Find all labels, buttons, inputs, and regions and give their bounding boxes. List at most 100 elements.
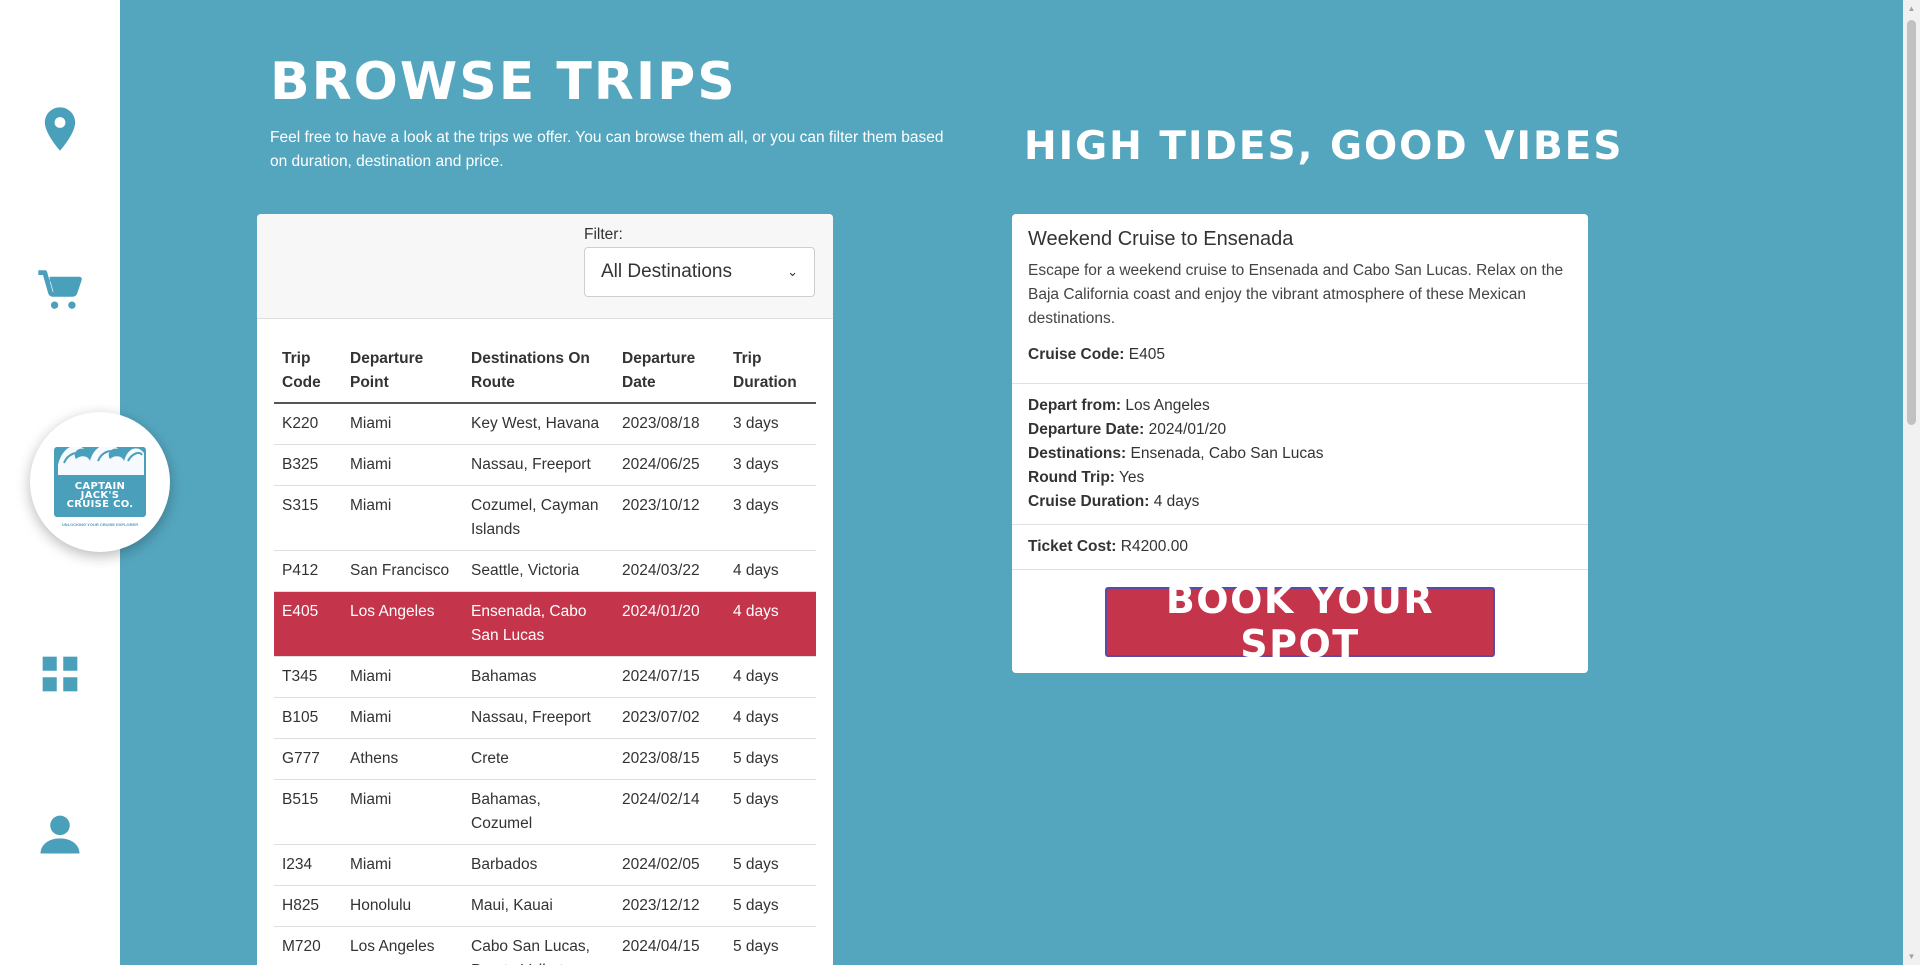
table-row[interactable]: G777 Athens Crete 2023/08/15 5 days xyxy=(274,738,816,780)
trip-code-cell: B515 xyxy=(274,779,342,845)
table-header-row: Trip Code Departure Point Destinations O… xyxy=(274,340,816,404)
departure-date-cell: 2024/03/22 xyxy=(614,550,725,592)
trip-code-cell: I234 xyxy=(274,844,342,886)
scrollbar-thumb[interactable] xyxy=(1907,20,1916,425)
destinations-cell: Nassau, Freeport xyxy=(463,444,614,486)
depart-row: Depart from: Los Angeles xyxy=(1028,394,1572,418)
user-icon[interactable] xyxy=(34,808,86,860)
column-header-departure-point[interactable]: Departure Point xyxy=(342,340,463,404)
departure-date-value: 2024/01/20 xyxy=(1148,421,1227,438)
trip-code-cell: G777 xyxy=(274,738,342,780)
ticket-cost-label: Ticket Cost: xyxy=(1028,538,1117,555)
departure-point-cell: Miami xyxy=(342,844,463,886)
book-your-spot-button[interactable]: Book Your Spot xyxy=(1105,578,1495,666)
trip-code-cell: B325 xyxy=(274,444,342,486)
table-row[interactable]: S315 Miami Cozumel, Cayman Islands 2023/10/… xyxy=(274,485,816,551)
trip-code-cell: P412 xyxy=(274,550,342,592)
detail-cost: Ticket Cost: R4200.00 xyxy=(1012,525,1588,570)
depart-label: Depart from: xyxy=(1028,397,1122,414)
departure-point-cell: Los Angeles xyxy=(342,926,463,965)
scroll-down-arrow-icon[interactable]: ▼ xyxy=(1903,948,1920,965)
destinations-row: Destinations: Ensenada, Cabo San Lucas xyxy=(1028,442,1572,466)
departure-date-cell: 2023/12/12 xyxy=(614,885,725,927)
trip-code-cell: K220 xyxy=(274,403,342,445)
departure-point-cell: Miami xyxy=(342,697,463,739)
destinations-cell: Ensenada, Cabo San Lucas xyxy=(463,591,614,657)
filter-bar: Filter: All Destinations ⌄ xyxy=(257,214,833,319)
departure-point-cell: Miami xyxy=(342,779,463,845)
location-pin-icon[interactable] xyxy=(34,103,86,155)
departure-date-cell: 2023/10/12 xyxy=(614,485,725,551)
destinations-cell: Nassau, Freeport xyxy=(463,697,614,739)
trip-duration-cell: 3 days xyxy=(725,485,816,551)
departure-date-cell: 2024/01/20 xyxy=(614,591,725,657)
trip-duration-cell: 3 days xyxy=(725,403,816,445)
trip-detail-card: Weekend Cruise to Ensenada Escape for a … xyxy=(1012,214,1588,673)
cruise-code-row: Cruise Code: E405 xyxy=(1028,343,1572,367)
trip-duration-cell: 4 days xyxy=(725,697,816,739)
trip-code-cell: M720 xyxy=(274,926,342,965)
table-row[interactable]: E405 Los Angeles Ensenada, Cabo San Lucas 2… xyxy=(274,591,816,657)
table-row[interactable]: P412 San Francisco Seattle, Victoria 2024/0… xyxy=(274,550,816,592)
trip-duration-cell: 4 days xyxy=(725,550,816,592)
brand-logo[interactable]: CAPTAIN JACK'S CRUISE CO. UNLOCKING YOUR… xyxy=(30,412,170,552)
destination-filter-select[interactable]: All Destinations ⌄ xyxy=(584,247,815,297)
departure-date-cell: 2024/04/15 xyxy=(614,926,725,965)
trip-duration-cell: 4 days xyxy=(725,591,816,657)
round-trip-label: Round Trip: xyxy=(1028,469,1115,486)
logo-line-3: CRUISE CO. xyxy=(66,499,134,510)
trip-code-cell: E405 xyxy=(274,591,342,657)
trip-duration-cell: 5 days xyxy=(725,779,816,845)
trip-code-cell: T345 xyxy=(274,656,342,698)
destinations-cell: Bahamas, Cozumel xyxy=(463,779,614,845)
departure-point-cell: Miami xyxy=(342,444,463,486)
departure-date-cell: 2024/06/25 xyxy=(614,444,725,486)
destinations-cell: Barbados xyxy=(463,844,614,886)
logo-badge: CAPTAIN JACK'S CRUISE CO. UNLOCKING YOUR… xyxy=(54,444,146,527)
destinations-cell: Cozumel, Cayman Islands xyxy=(463,485,614,551)
trips-panel: Filter: All Destinations ⌄ Trip Code Dep… xyxy=(257,214,833,965)
scroll-up-arrow-icon[interactable]: ▲ xyxy=(1903,0,1920,17)
cruise-duration-value: 4 days xyxy=(1153,493,1200,510)
detail-action: Book Your Spot xyxy=(1012,570,1588,673)
table-row[interactable]: I234 Miami Barbados 2024/02/05 5 days xyxy=(274,844,816,886)
sidebar: CAPTAIN JACK'S CRUISE CO. UNLOCKING YOUR… xyxy=(0,0,170,965)
page-scrollbar[interactable]: ▲ ▼ xyxy=(1903,0,1920,965)
departure-point-cell: Athens xyxy=(342,738,463,780)
table-row[interactable]: B105 Miami Nassau, Freeport 2023/07/02 4 day… xyxy=(274,697,816,739)
tagline-heading: High Tides, Good Vibes xyxy=(1024,124,1624,169)
detail-description: Escape for a weekend cruise to Ensenada … xyxy=(1028,262,1564,327)
grid-icon[interactable] xyxy=(34,648,86,700)
departure-date-cell: 2024/07/15 xyxy=(614,656,725,698)
filter-label: Filter: xyxy=(584,226,623,243)
cruise-code-label: Cruise Code: xyxy=(1028,346,1125,363)
trip-duration-cell: 5 days xyxy=(725,738,816,780)
column-header-destinations[interactable]: Destinations On Route xyxy=(463,340,614,404)
table-row[interactable]: B325 Miami Nassau, Freeport 2024/06/25 3 day… xyxy=(274,444,816,486)
column-header-trip-code[interactable]: Trip Code xyxy=(274,340,342,404)
column-header-departure-date[interactable]: Departure Date xyxy=(614,340,725,404)
table-row[interactable]: M720Los AngelesCabo San Lucas, Puerto Va… xyxy=(274,926,816,965)
detail-summary: Weekend Cruise to Ensenada Escape for a … xyxy=(1012,214,1588,384)
departure-date-cell: 2023/08/15 xyxy=(614,738,725,780)
departure-date-cell: 2024/02/05 xyxy=(614,844,725,886)
table-row[interactable]: K220 Miami Key West, Havana 2023/08/18 3 day… xyxy=(274,403,816,445)
destinations-cell: Seattle, Victoria xyxy=(463,550,614,592)
destinations-cell: Bahamas xyxy=(463,656,614,698)
detail-info: Depart from: Los Angeles Departure Date:… xyxy=(1012,384,1588,525)
table-row[interactable]: H825 Honolulu Maui, Kauai 2023/12/12 5 days xyxy=(274,885,816,927)
cruise-code-value: E405 xyxy=(1128,346,1165,363)
logo-tagline: UNLOCKING YOUR CRUISE EXPLORER xyxy=(61,522,139,527)
departure-point-cell: Miami xyxy=(342,485,463,551)
destinations-label: Destinations: xyxy=(1028,445,1127,462)
table-row[interactable]: T345 Miami Bahamas 2024/07/15 4 days xyxy=(274,656,816,698)
table-row[interactable]: B515 Miami Bahamas, Cozumel 2024/02/14 5 day… xyxy=(274,779,816,845)
column-header-trip-duration[interactable]: Trip Duration xyxy=(725,340,816,404)
destinations-cell: Crete xyxy=(463,738,614,780)
cart-icon[interactable] xyxy=(34,264,86,316)
depart-value: Los Angeles xyxy=(1125,397,1210,414)
detail-title: Weekend Cruise to Ensenada xyxy=(1028,228,1294,250)
ticket-cost-value: R4200.00 xyxy=(1120,538,1188,555)
page-intro: Feel free to have a look at the trips we… xyxy=(270,129,944,170)
chevron-down-icon: ⌄ xyxy=(787,264,798,279)
